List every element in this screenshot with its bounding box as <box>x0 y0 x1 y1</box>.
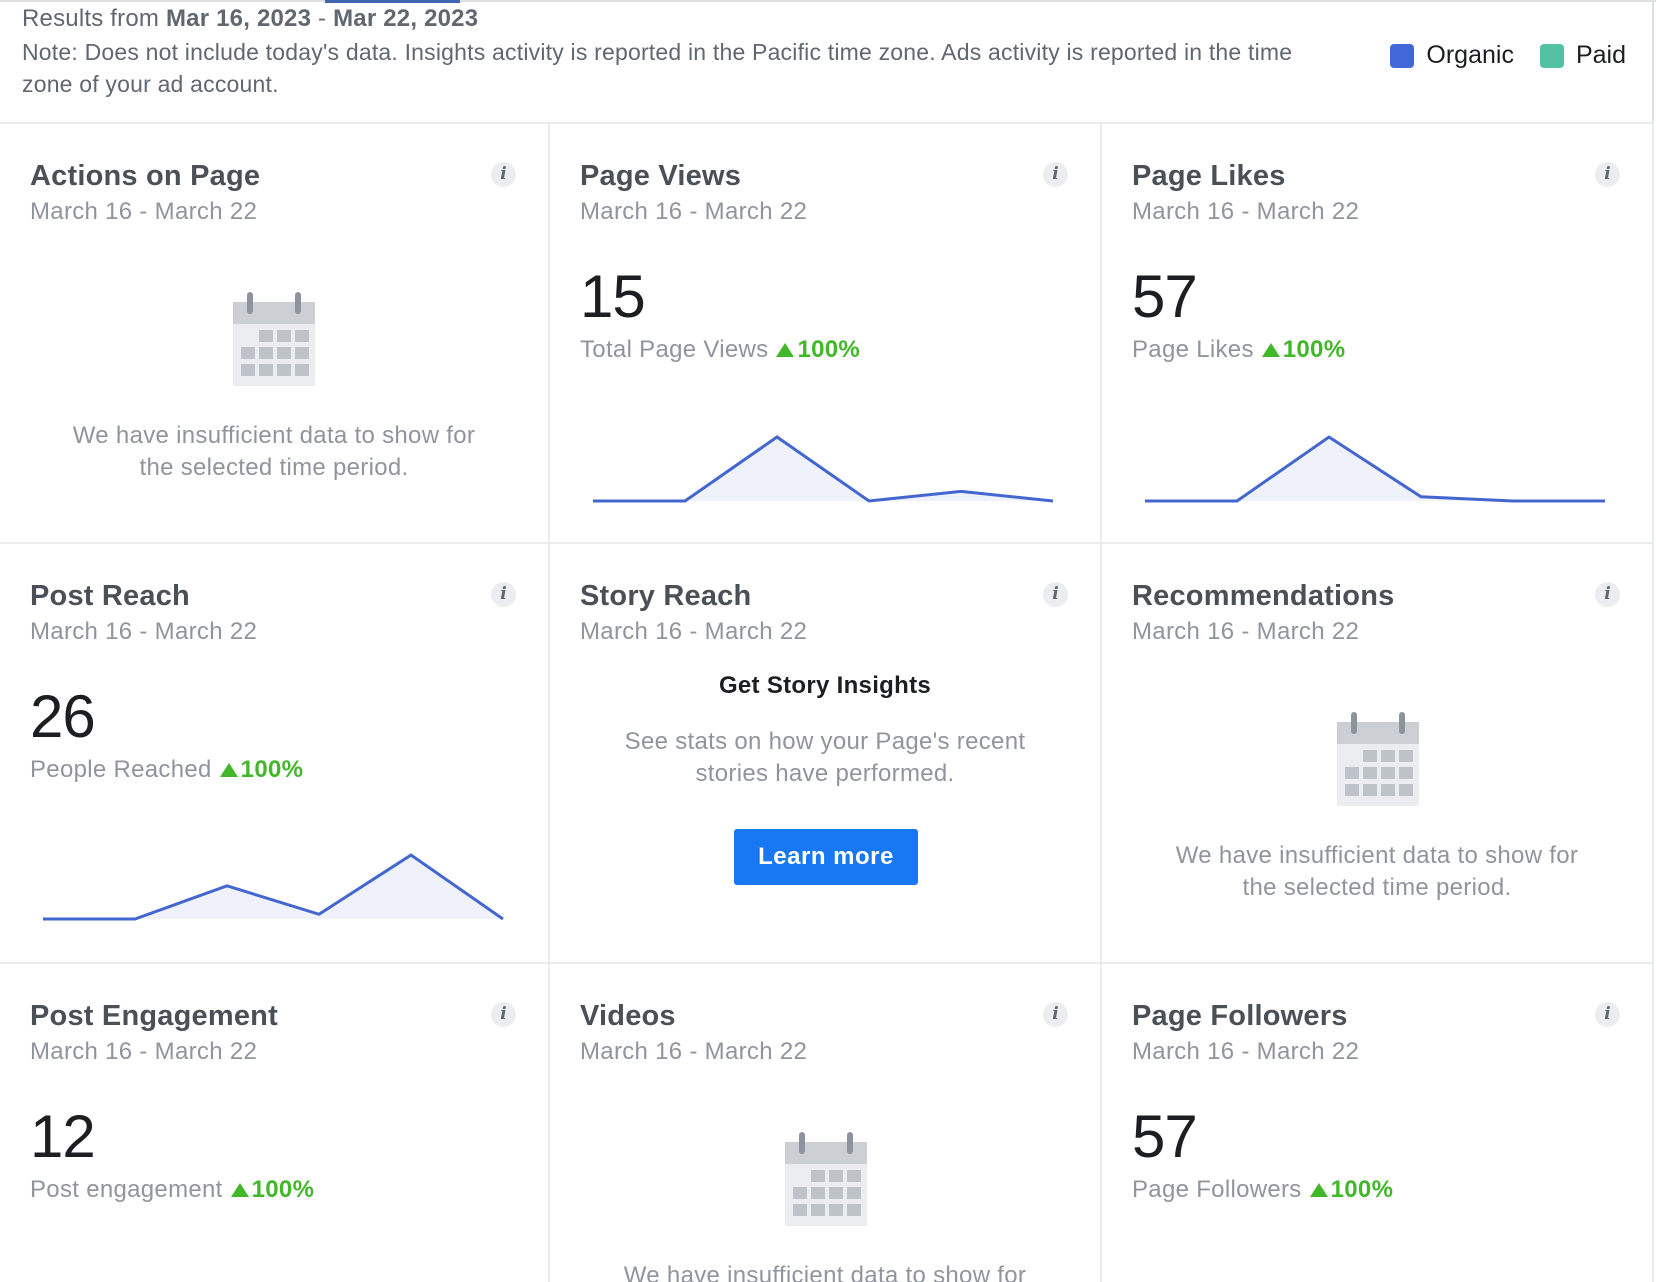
results-range: Results from Mar 16, 2023 - Mar 22, 2023 <box>22 5 479 32</box>
card-title: Recommendations <box>1132 580 1395 612</box>
sparkline-post-reach <box>43 853 504 921</box>
sparkline-area <box>43 855 503 919</box>
calendar-icon <box>785 1132 867 1226</box>
sparkline-page-likes <box>1145 435 1605 503</box>
sparkline-area <box>1145 437 1605 501</box>
story-insights-text: See stats on how your Page's recent stor… <box>624 728 1026 787</box>
learn-more-button[interactable]: Learn more <box>734 829 918 885</box>
change-up: 100% <box>776 336 860 364</box>
info-icon[interactable]: i <box>1595 162 1620 187</box>
card-date: March 16 - March 22 <box>30 198 258 225</box>
metric-label: Page Followers 100% <box>1132 1176 1394 1204</box>
card-page-likes[interactable]: Page Likes March 16 - March 22 i 57 Page… <box>1102 122 1654 542</box>
card-date: March 16 - March 22 <box>580 198 808 225</box>
metric-label: Page Likes 100% <box>1132 336 1346 364</box>
legend-organic[interactable]: Organic <box>1390 41 1514 70</box>
up-arrow-icon <box>1261 343 1280 357</box>
info-icon[interactable]: i <box>491 1002 516 1027</box>
card-recommendations[interactable]: Recommendations March 16 - March 22 i We… <box>1102 542 1654 962</box>
info-icon[interactable]: i <box>1595 1002 1620 1027</box>
card-date: March 16 - March 22 <box>30 618 258 645</box>
card-post-reach[interactable]: Post Reach March 16 - March 22 i 26 Peop… <box>0 542 550 962</box>
card-title: Post Engagement <box>30 1000 278 1032</box>
timezone-note: Note: Does not include today's data. Ins… <box>22 39 1293 97</box>
insights-grid: Actions on Page March 16 - March 22 i We… <box>0 122 1654 1282</box>
insufficient-data-message: We have insufficient data to show for th… <box>1175 842 1579 901</box>
legend: Organic Paid <box>1364 41 1626 70</box>
card-post-engagement[interactable]: Post Engagement March 16 - March 22 i 12… <box>0 962 550 1282</box>
card-date: March 16 - March 22 <box>1132 618 1360 645</box>
metric-label: People Reached 100% <box>30 756 304 784</box>
metric-value: 12 <box>30 1103 96 1170</box>
card-actions-on-page[interactable]: Actions on Page March 16 - March 22 i We… <box>0 122 550 542</box>
summary-header: Results from Mar 16, 2023 - Mar 22, 2023… <box>0 0 1654 122</box>
info-icon[interactable]: i <box>1043 1002 1068 1027</box>
card-title: Page Views <box>580 160 742 192</box>
up-arrow-icon <box>776 343 795 357</box>
up-arrow-icon <box>219 763 238 777</box>
change-up: 100% <box>219 756 304 784</box>
card-date: March 16 - March 22 <box>30 1038 258 1065</box>
card-date: March 16 - March 22 <box>580 1038 808 1065</box>
card-page-views[interactable]: Page Views March 16 - March 22 i 15 Tota… <box>550 122 1102 542</box>
card-title: Page Likes <box>1132 160 1286 192</box>
metric-value: 57 <box>1132 1103 1198 1170</box>
card-story-reach[interactable]: Story Reach March 16 - March 22 i Get St… <box>550 542 1102 962</box>
calendar-icon <box>233 292 315 386</box>
up-arrow-icon <box>1309 1183 1328 1197</box>
metric-value: 57 <box>1132 263 1198 330</box>
card-title: Actions on Page <box>30 160 261 192</box>
card-date: March 16 - March 22 <box>580 618 808 645</box>
metric-value: 26 <box>30 683 96 750</box>
legend-paid[interactable]: Paid <box>1539 41 1626 70</box>
info-icon[interactable]: i <box>491 162 516 187</box>
info-icon[interactable]: i <box>1043 162 1068 187</box>
metric-value: 15 <box>580 263 646 330</box>
insufficient-data-message: We have insufficient data to show for th… <box>623 1262 1027 1282</box>
change-up: 100% <box>1261 336 1346 364</box>
metric-label: Total Page Views 100% <box>580 336 861 364</box>
card-videos[interactable]: Videos March 16 - March 22 i We have ins… <box>550 962 1102 1282</box>
story-insights-heading: Get Story Insights <box>718 672 932 699</box>
up-arrow-icon <box>230 1183 249 1197</box>
info-icon[interactable]: i <box>1595 582 1620 607</box>
card-title: Page Followers <box>1132 1000 1348 1032</box>
sparkline-page-views <box>593 435 1054 503</box>
card-date: March 16 - March 22 <box>1132 1038 1360 1065</box>
range-end: Mar 22, 2023 <box>333 5 479 32</box>
change-up: 100% <box>230 1176 315 1204</box>
card-title: Post Reach <box>30 580 190 612</box>
calendar-icon <box>1337 712 1419 806</box>
info-icon[interactable]: i <box>491 582 516 607</box>
card-page-followers[interactable]: Page Followers March 16 - March 22 i 57 … <box>1102 962 1654 1282</box>
paid-swatch <box>1539 43 1564 68</box>
insufficient-data-message: We have insufficient data to show for th… <box>72 422 476 481</box>
range-start: Mar 16, 2023 <box>165 5 312 32</box>
card-title: Videos <box>580 1000 676 1032</box>
organic-swatch <box>1390 43 1415 68</box>
card-title: Story Reach <box>580 580 752 612</box>
metric-label: Post engagement 100% <box>30 1176 315 1204</box>
info-icon[interactable]: i <box>1043 582 1068 607</box>
change-up: 100% <box>1309 1176 1394 1204</box>
card-date: March 16 - March 22 <box>1132 198 1360 225</box>
